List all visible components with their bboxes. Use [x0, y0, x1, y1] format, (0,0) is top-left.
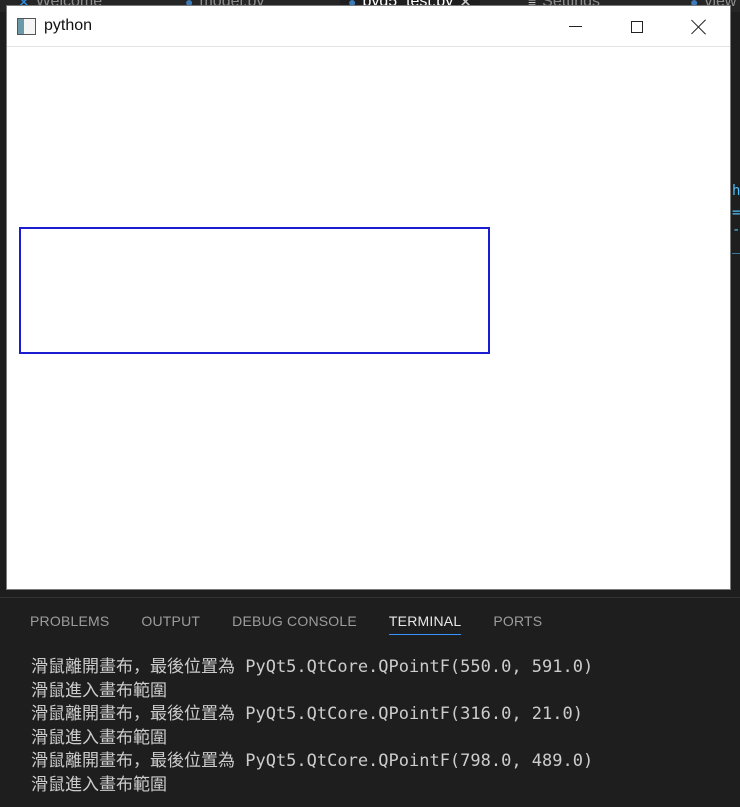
bottom-panel: PROBLEMS OUTPUT DEBUG CONSOLE TERMINAL P…: [0, 597, 740, 807]
terminal-line: 滑鼠進入畫布範圍: [31, 774, 167, 795]
window-title: python: [44, 17, 93, 34]
terminal-output[interactable]: 滑鼠離開畫布，最後位置為 PyQt5.QtCore.QPointF(550.0,…: [31, 656, 593, 797]
maximize-icon: [631, 20, 643, 33]
terminal-line: 滑鼠離開畫布，最後位置為 PyQt5.QtCore.QPointF(550.0,…: [31, 657, 594, 677]
tab-ports[interactable]: PORTS: [493, 613, 542, 635]
editor-background: [730, 12, 740, 597]
window-app-icon: [17, 17, 36, 35]
terminal-line: 滑鼠進入畫布範圍: [31, 680, 167, 701]
close-icon: [691, 19, 707, 35]
window-titlebar[interactable]: python: [7, 6, 730, 47]
terminal-line: 滑鼠離開畫布，最後位置為 PyQt5.QtCore.QPointF(316.0,…: [31, 704, 583, 724]
close-button[interactable]: [668, 6, 730, 47]
tab-debug-console[interactable]: DEBUG CONSOLE: [232, 613, 357, 635]
editor-code-fragment: hc: [732, 183, 740, 199]
drawn-rectangle: [19, 227, 490, 354]
drawing-canvas[interactable]: [7, 47, 730, 589]
tab-output[interactable]: OUTPUT: [141, 613, 200, 635]
python-window: python: [6, 5, 731, 590]
editor-code-fragment: =_: [732, 205, 740, 221]
minimize-button[interactable]: [544, 6, 606, 47]
terminal-line: 滑鼠進入畫布範圍: [31, 727, 167, 748]
minimize-icon: [568, 26, 582, 27]
panel-tab-bar: PROBLEMS OUTPUT DEBUG CONSOLE TERMINAL P…: [30, 613, 574, 635]
editor-code-fragment: -_: [732, 222, 740, 254]
terminal-line: 滑鼠離開畫布，最後位置為 PyQt5.QtCore.QPointF(798.0,…: [31, 751, 594, 771]
window-controls: [544, 6, 730, 47]
tab-problems[interactable]: PROBLEMS: [30, 613, 109, 635]
maximize-button[interactable]: [606, 6, 668, 47]
tab-terminal[interactable]: TERMINAL: [388, 613, 462, 635]
